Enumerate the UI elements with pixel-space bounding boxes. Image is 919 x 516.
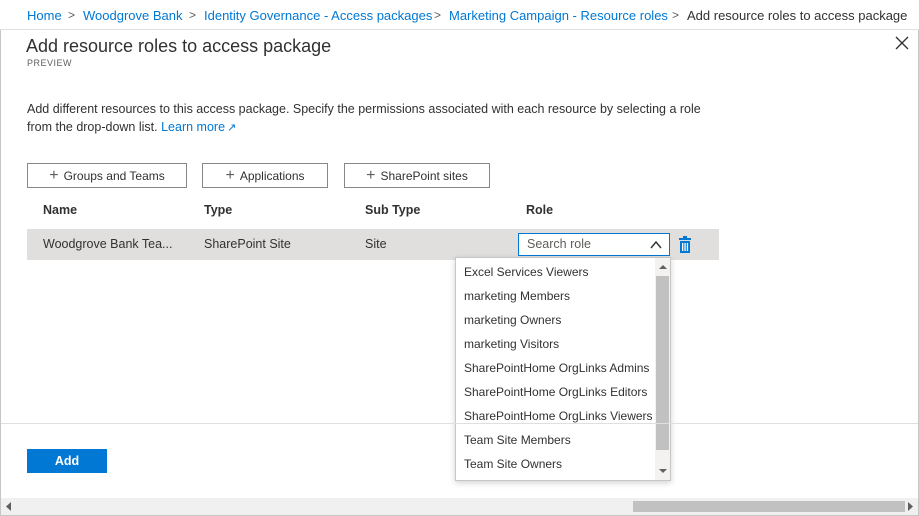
cell-type: SharePoint Site (204, 237, 291, 251)
delete-icon[interactable] (678, 236, 692, 253)
breadcrumb-separator: > (672, 8, 680, 22)
column-header-sub-type: Sub Type (365, 203, 421, 217)
dropdown-scrollbar[interactable] (655, 258, 670, 480)
description-text: Add different resources to this access p… (27, 102, 701, 134)
role-option[interactable]: SharePointHome OrgLinks Viewers (464, 409, 653, 423)
breadcrumb-separator: > (434, 8, 442, 22)
chevron-up-icon[interactable] (649, 238, 663, 252)
scroll-down-arrow-icon[interactable] (659, 467, 667, 475)
plus-icon: + (49, 166, 59, 184)
button-label: Groups and Teams (63, 168, 165, 183)
role-option[interactable]: marketing Owners (464, 313, 561, 327)
add-button[interactable]: Add (27, 449, 107, 473)
add-applications-button[interactable]: + Applications (202, 163, 328, 188)
breadcrumb-access-packages[interactable]: Identity Governance - Access packages (204, 8, 432, 23)
role-search-input[interactable]: Search role (518, 233, 670, 256)
button-label: SharePoint sites (380, 168, 468, 183)
breadcrumb-resource-roles[interactable]: Marketing Campaign - Resource roles (449, 8, 668, 23)
cell-subtype: Site (365, 237, 387, 251)
scroll-up-arrow-icon[interactable] (659, 263, 667, 271)
close-icon[interactable] (893, 34, 911, 52)
plus-icon: + (366, 166, 376, 184)
add-groups-and-teams-button[interactable]: + Groups and Teams (27, 163, 187, 188)
column-header-type: Type (204, 203, 233, 217)
role-option[interactable]: Team Site Owners (464, 457, 562, 471)
role-option[interactable]: SharePointHome OrgLinks Admins (464, 361, 649, 375)
role-option[interactable]: Excel Services Viewers (464, 265, 589, 279)
breadcrumb-separator: > (68, 8, 76, 22)
column-header-name: Name (43, 203, 78, 217)
role-option[interactable]: marketing Members (464, 289, 570, 303)
description: Add different resources to this access p… (27, 100, 727, 137)
role-option[interactable]: marketing Visitors (464, 337, 559, 351)
button-label: Applications (239, 168, 305, 183)
plus-icon: + (225, 166, 235, 184)
role-dropdown-list: Excel Services Viewers marketing Members… (455, 257, 671, 481)
external-link-icon: ↗ (227, 122, 237, 134)
breadcrumb: Home > Woodgrove Bank > Identity Governa… (0, 0, 919, 30)
breadcrumb-separator: > (189, 8, 197, 22)
scroll-right-arrow-icon[interactable] (906, 502, 915, 511)
role-option[interactable]: Team Site Members (464, 433, 571, 447)
column-header-role: Role (526, 203, 554, 217)
horizontal-scrollbar-thumb[interactable] (633, 501, 905, 512)
breadcrumb-current: Add resource roles to access package (687, 8, 908, 23)
scroll-left-arrow-icon[interactable] (4, 502, 13, 511)
learn-more-link[interactable]: Learn more (161, 120, 225, 134)
footer-divider (1, 423, 918, 424)
page-title: Add resource roles to access package (26, 36, 332, 56)
preview-badge: PREVIEW (27, 58, 73, 68)
add-sharepoint-sites-button[interactable]: + SharePoint sites (344, 163, 490, 188)
role-option[interactable]: SharePointHome OrgLinks Editors (464, 385, 647, 399)
breadcrumb-woodgrove-bank[interactable]: Woodgrove Bank (83, 8, 183, 23)
role-search-placeholder: Search role (527, 237, 591, 251)
breadcrumb-home[interactable]: Home (27, 8, 62, 23)
cell-name: Woodgrove Bank Tea... (43, 237, 173, 251)
horizontal-scrollbar[interactable] (1, 498, 918, 515)
